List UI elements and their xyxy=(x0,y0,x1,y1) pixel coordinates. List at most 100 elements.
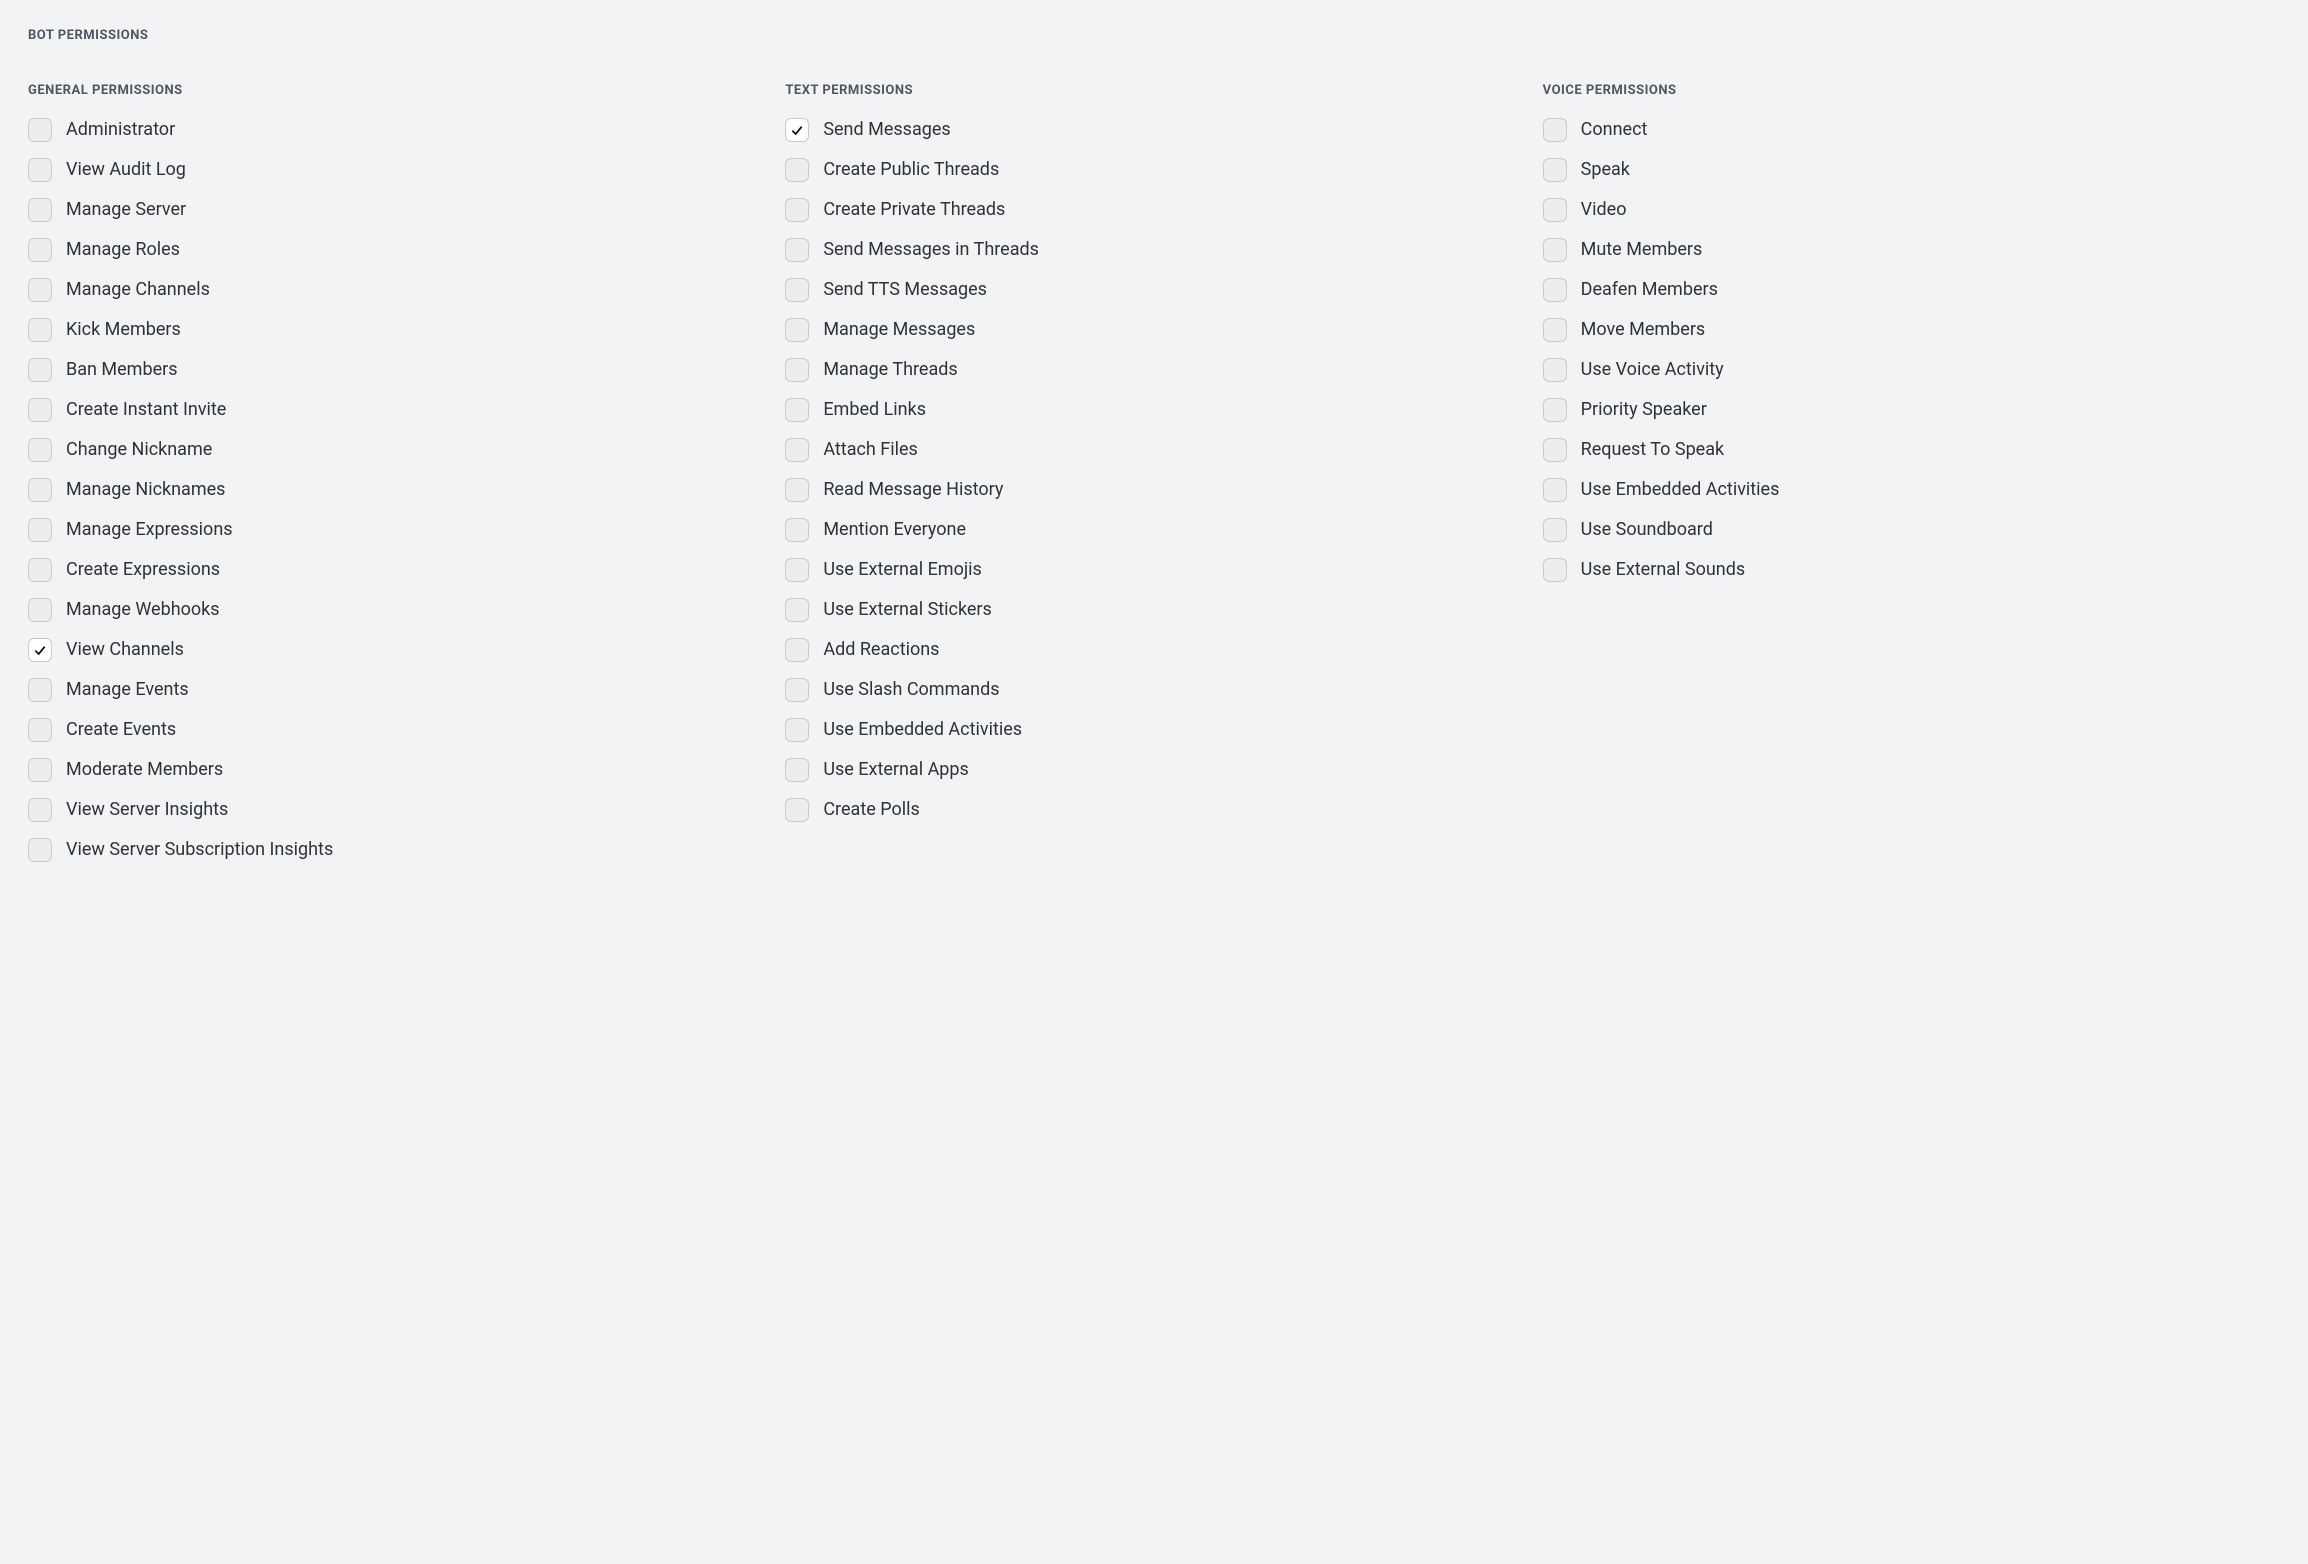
permission-checkbox[interactable] xyxy=(785,318,809,342)
permission-checkbox[interactable] xyxy=(28,278,52,302)
permission-checkbox[interactable] xyxy=(785,718,809,742)
permission-checkbox[interactable] xyxy=(28,198,52,222)
permission-label: Use External Emojis xyxy=(823,559,982,581)
permission-checkbox[interactable] xyxy=(785,678,809,702)
permission-row: Manage Server xyxy=(28,198,765,222)
permission-row: Use Embedded Activities xyxy=(785,718,1522,742)
permission-checkbox[interactable] xyxy=(1543,158,1567,182)
permission-row: Send Messages in Threads xyxy=(785,238,1522,262)
permission-row: Video xyxy=(1543,198,2280,222)
permission-label: View Server Insights xyxy=(66,799,228,821)
permission-checkbox[interactable] xyxy=(28,638,52,662)
permission-checkbox[interactable] xyxy=(28,118,52,142)
permission-checkbox[interactable] xyxy=(1543,198,1567,222)
permission-checkbox[interactable] xyxy=(28,478,52,502)
permission-label: Use External Apps xyxy=(823,759,969,781)
permission-checkbox[interactable] xyxy=(785,238,809,262)
permission-checkbox[interactable] xyxy=(28,598,52,622)
permission-label: Create Polls xyxy=(823,799,919,821)
permission-row: Manage Messages xyxy=(785,318,1522,342)
permission-checkbox[interactable] xyxy=(785,598,809,622)
permission-row: Use Soundboard xyxy=(1543,518,2280,542)
permission-row: Use External Stickers xyxy=(785,598,1522,622)
permission-row: Create Expressions xyxy=(28,558,765,582)
permission-checkbox[interactable] xyxy=(28,238,52,262)
permission-checkbox[interactable] xyxy=(28,438,52,462)
permission-row: Use External Apps xyxy=(785,758,1522,782)
permission-checkbox[interactable] xyxy=(785,358,809,382)
permission-row: Administrator xyxy=(28,118,765,142)
permission-checkbox[interactable] xyxy=(28,558,52,582)
column-title: Voice Permissions xyxy=(1543,83,2280,98)
permission-checkbox[interactable] xyxy=(785,798,809,822)
permission-checkbox[interactable] xyxy=(785,758,809,782)
permission-checkbox[interactable] xyxy=(1543,518,1567,542)
permission-row: Create Events xyxy=(28,718,765,742)
check-icon xyxy=(789,122,805,138)
permission-label: Send Messages xyxy=(823,119,950,141)
permission-row: Moderate Members xyxy=(28,758,765,782)
permission-label: Read Message History xyxy=(823,479,1003,501)
permission-row: Embed Links xyxy=(785,398,1522,422)
permission-row: Create Public Threads xyxy=(785,158,1522,182)
permission-checkbox[interactable] xyxy=(785,278,809,302)
permission-row: Create Private Threads xyxy=(785,198,1522,222)
permission-checkbox[interactable] xyxy=(785,478,809,502)
permission-label: Move Members xyxy=(1581,319,1706,341)
permission-row: View Server Insights xyxy=(28,798,765,822)
permission-checkbox[interactable] xyxy=(28,758,52,782)
check-icon xyxy=(32,642,48,658)
permission-checkbox[interactable] xyxy=(28,518,52,542)
permission-label: Connect xyxy=(1581,119,1648,141)
permission-label: Use Slash Commands xyxy=(823,679,999,701)
permissions-column: General PermissionsAdministratorView Aud… xyxy=(28,83,765,878)
permission-checkbox[interactable] xyxy=(1543,438,1567,462)
permission-row: Manage Expressions xyxy=(28,518,765,542)
permission-label: Request To Speak xyxy=(1581,439,1724,461)
permission-row: Use Voice Activity xyxy=(1543,358,2280,382)
permission-checkbox[interactable] xyxy=(28,798,52,822)
permission-label: Speak xyxy=(1581,159,1630,181)
permission-checkbox[interactable] xyxy=(28,358,52,382)
permission-checkbox[interactable] xyxy=(1543,118,1567,142)
permission-label: Manage Channels xyxy=(66,279,210,301)
permission-checkbox[interactable] xyxy=(1543,278,1567,302)
permission-checkbox[interactable] xyxy=(785,558,809,582)
permission-checkbox[interactable] xyxy=(28,158,52,182)
permission-label: Use External Sounds xyxy=(1581,559,1746,581)
permission-row: Speak xyxy=(1543,158,2280,182)
permission-label: View Audit Log xyxy=(66,159,186,181)
permission-row: Connect xyxy=(1543,118,2280,142)
permission-checkbox[interactable] xyxy=(28,318,52,342)
permission-row: Attach Files xyxy=(785,438,1522,462)
permission-label: Mute Members xyxy=(1581,239,1703,261)
permission-row: View Channels xyxy=(28,638,765,662)
permission-row: Move Members xyxy=(1543,318,2280,342)
permission-checkbox[interactable] xyxy=(28,398,52,422)
permissions-column: Text PermissionsSend MessagesCreate Publ… xyxy=(785,83,1522,878)
permission-checkbox[interactable] xyxy=(785,398,809,422)
permissions-columns: General PermissionsAdministratorView Aud… xyxy=(28,83,2280,878)
permission-checkbox[interactable] xyxy=(785,198,809,222)
permission-checkbox[interactable] xyxy=(28,838,52,862)
permission-checkbox[interactable] xyxy=(1543,558,1567,582)
permission-checkbox[interactable] xyxy=(785,118,809,142)
permission-checkbox[interactable] xyxy=(1543,358,1567,382)
permission-checkbox[interactable] xyxy=(28,718,52,742)
permission-checkbox[interactable] xyxy=(785,518,809,542)
permission-checkbox[interactable] xyxy=(1543,398,1567,422)
permission-checkbox[interactable] xyxy=(785,438,809,462)
permission-label: Kick Members xyxy=(66,319,181,341)
permission-checkbox[interactable] xyxy=(1543,478,1567,502)
permission-checkbox[interactable] xyxy=(1543,238,1567,262)
permission-checkbox[interactable] xyxy=(1543,318,1567,342)
permission-row: Kick Members xyxy=(28,318,765,342)
permission-label: Manage Expressions xyxy=(66,519,233,541)
permission-checkbox[interactable] xyxy=(28,678,52,702)
permission-checkbox[interactable] xyxy=(785,638,809,662)
permission-checkbox[interactable] xyxy=(785,158,809,182)
permission-label: Embed Links xyxy=(823,399,926,421)
permission-label: Mention Everyone xyxy=(823,519,966,541)
permission-label: Video xyxy=(1581,199,1627,221)
permission-label: Create Events xyxy=(66,719,176,741)
